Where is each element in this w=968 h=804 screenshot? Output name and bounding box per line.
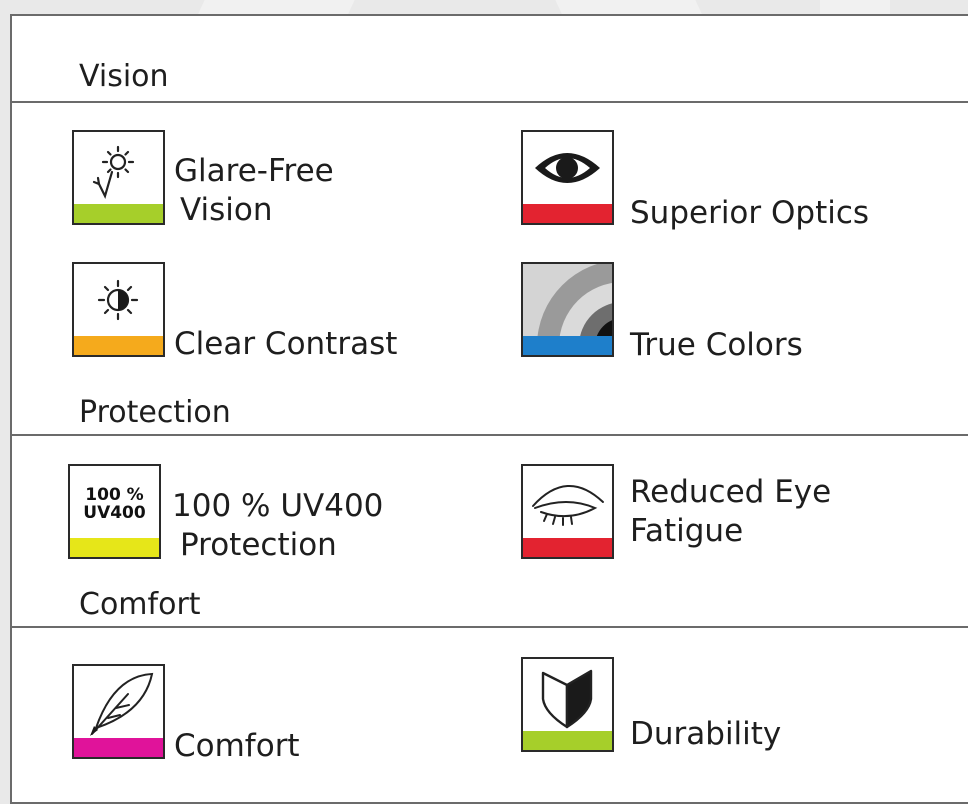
- clear-contrast-color-bar: [74, 336, 163, 355]
- reduced-fatigue-label-line2: Fatigue: [630, 513, 744, 549]
- section-divider: [10, 434, 968, 436]
- reduced-fatigue-icon-box: [521, 464, 614, 559]
- durability-icon-box: [521, 657, 614, 752]
- uv400-color-bar: [70, 538, 159, 557]
- clear-contrast-label: Clear Contrast: [174, 326, 398, 362]
- superior-optics-icon-box: [521, 130, 614, 225]
- contrast-sun-icon: [97, 279, 139, 321]
- clear-contrast-icon-box: [72, 262, 165, 357]
- comfort-color-bar: [74, 738, 163, 757]
- durability-color-bar: [523, 731, 612, 750]
- section-title-vision: Vision: [79, 59, 169, 94]
- glare-free-icon-box: [72, 130, 165, 225]
- uv400-badge-line2: UV400: [83, 503, 146, 523]
- durability-label: Durability: [630, 716, 782, 752]
- section-title-comfort: Comfort: [79, 587, 201, 622]
- true-colors-label: True Colors: [630, 327, 803, 363]
- superior-optics-color-bar: [523, 204, 612, 223]
- true-colors-color-bar: [523, 336, 612, 355]
- comfort-icon-box: [72, 664, 165, 759]
- uv400-label-line1: 100 % UV400: [172, 488, 384, 524]
- glare-free-label-line1: Glare-Free: [174, 153, 334, 189]
- reduced-fatigue-label-line1: Reduced Eye: [630, 474, 832, 510]
- eye-icon: [535, 153, 600, 183]
- section-divider: [10, 626, 968, 628]
- glare-free-color-bar: [74, 204, 163, 223]
- uv400-label-line2: Protection: [180, 527, 337, 563]
- reduced-fatigue-color-bar: [523, 538, 612, 557]
- color-rings-icon: [523, 264, 612, 336]
- uv400-icon-box: 100 % UV400: [68, 464, 161, 559]
- section-title-protection: Protection: [79, 395, 231, 430]
- glare-free-label-line2: Vision: [180, 192, 273, 228]
- true-colors-icon-box: [521, 262, 614, 357]
- shield-icon: [541, 669, 593, 729]
- comfort-label: Comfort: [174, 728, 300, 764]
- section-divider: [10, 101, 968, 103]
- feather-icon: [90, 672, 154, 736]
- closed-eye-icon: [532, 485, 604, 526]
- sun-check-icon: [92, 145, 135, 200]
- superior-optics-label: Superior Optics: [630, 195, 870, 231]
